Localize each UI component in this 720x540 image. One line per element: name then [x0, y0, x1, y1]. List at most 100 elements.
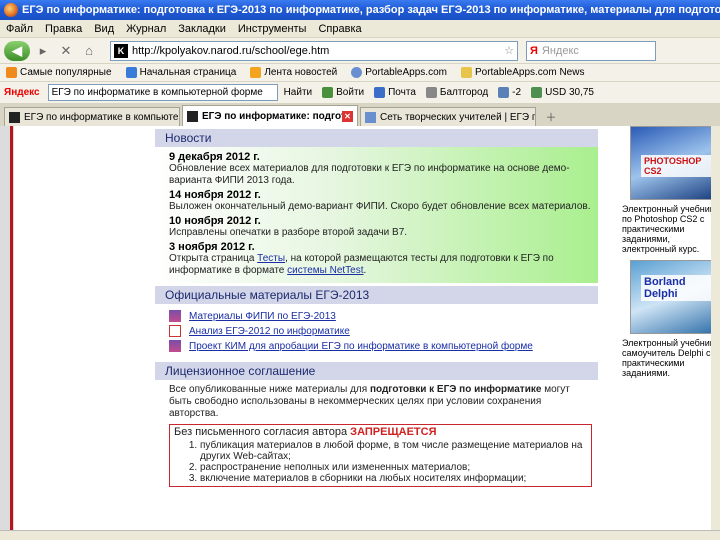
yandex-toolbar-logo[interactable]: Яндекс — [4, 87, 40, 98]
bookmark-star-icon[interactable]: ☆ — [504, 44, 514, 57]
login-button[interactable]: Войти — [322, 87, 364, 98]
official-materials-header: Официальные материалы ЕГЭ-2013 — [155, 286, 598, 304]
doc-link-kim[interactable]: Проект КИМ для апробации ЕГЭ по информат… — [189, 341, 533, 352]
folder-icon — [460, 67, 472, 78]
restriction-heading: Без письменного согласия автора ЗАПРЕЩАЕ… — [174, 427, 587, 438]
news-date: 9 декабря 2012 г. — [169, 151, 260, 163]
yandex-search-value: ЕГЭ по информатике в компьютерной форме — [51, 87, 263, 98]
yandex-toolbar: Яндекс ЕГЭ по информатике в компьютерной… — [0, 82, 720, 104]
tab-1[interactable]: ЕГЭ по информатике в компьютерной ф... — [4, 107, 180, 126]
currency-icon — [531, 87, 543, 98]
news-block: 9 декабря 2012 г. Обновление всех матери… — [155, 147, 598, 283]
menu-bar: Файл Правка Вид Журнал Закладки Инструме… — [0, 20, 720, 38]
bookmark-item[interactable]: Начальная страница — [125, 67, 237, 78]
license-header: Лицензионное соглашение — [155, 362, 598, 380]
restriction-bold: ЗАПРЕЩАЕТСЯ — [350, 426, 437, 438]
bookmark-label: Лента новостей — [264, 67, 338, 78]
yandex-search-input[interactable]: ЕГЭ по информатике в компьютерной форме — [47, 84, 278, 101]
vertical-scrollbar[interactable] — [711, 126, 720, 530]
archive-icon — [169, 310, 181, 322]
bookmark-label: PortableApps.com — [365, 67, 447, 78]
license-bold: подготовки к ЕГЭ по информатике — [369, 384, 542, 395]
back-button[interactable]: ◀ — [4, 40, 30, 61]
news-text: Исправлены опечатки в разборе второй зад… — [169, 227, 408, 238]
address-bar[interactable]: K http://kpolyakov.narod.ru/school/ege.h… — [110, 40, 518, 61]
title-bar: ЕГЭ по информатике: подготовка к ЕГЭ-201… — [0, 0, 720, 20]
tab-favicon-icon — [187, 110, 198, 122]
city-label: Балтгород — [439, 87, 489, 98]
tab-label: ЕГЭ по информатике: подготовка к ... — [202, 110, 342, 122]
firefox-icon — [4, 3, 18, 17]
menu-edit[interactable]: Правка — [45, 23, 82, 35]
city-button[interactable]: Балтгород — [425, 87, 489, 98]
news-text-part: Открыта страница — [169, 253, 258, 264]
book-title: Borland Delphi — [641, 275, 719, 301]
news-date: 14 ноября 2012 г. — [169, 189, 261, 201]
bookmark-label: Начальная страница — [139, 67, 237, 78]
tab-strip: ЕГЭ по информатике в компьютерной ф... Е… — [0, 104, 720, 126]
site-favicon-icon: K — [114, 43, 128, 58]
photoshop-book-desc: Электронный учебник по Photoshop CS2 с п… — [622, 204, 714, 254]
left-red-border — [10, 126, 13, 530]
rss-icon — [250, 67, 262, 78]
weather-icon — [498, 87, 510, 98]
weather-label: -2 — [512, 87, 522, 98]
bookmark-item[interactable]: PortableApps.com — [351, 67, 447, 78]
new-tab-icon[interactable]: ＋ — [542, 108, 560, 126]
menu-bookmarks[interactable]: Закладки — [178, 23, 226, 35]
city-icon — [425, 87, 437, 98]
tab-2-active[interactable]: ЕГЭ по информатике: подготовка к ... ✕ — [182, 105, 358, 126]
news-date: 10 ноября 2012 г. — [169, 215, 261, 227]
main-column: Новости 9 декабря 2012 г. Обновление все… — [155, 126, 598, 491]
bookmark-item[interactable]: Самые популярные — [6, 67, 112, 78]
archive-icon — [169, 340, 181, 352]
mail-label: Почта — [388, 87, 416, 98]
bookmarks-bar: Самые популярные Начальная страница Лент… — [0, 64, 720, 82]
restriction-list: публикация материалов в любой форме, в т… — [174, 440, 587, 484]
license-block: Все опубликованные ниже материалы для по… — [155, 380, 598, 491]
bookmark-icon — [6, 67, 17, 78]
tab-favicon-icon — [365, 111, 376, 123]
weather-button[interactable]: -2 — [498, 87, 521, 98]
left-margin — [0, 126, 14, 530]
bookmark-label: PortableApps.com News — [474, 67, 585, 78]
nettest-link[interactable]: системы NetTest — [287, 265, 363, 276]
delphi-book-image[interactable]: Borland Delphi — [630, 260, 720, 334]
bookmark-icon — [125, 67, 137, 78]
doc-link-analysis[interactable]: Анализ ЕГЭ-2012 по информатике — [189, 326, 350, 337]
forward-button[interactable]: ▸ — [33, 41, 53, 61]
close-tab-icon[interactable]: ✕ — [342, 110, 353, 122]
bookmark-item[interactable]: PortableApps.com News — [460, 67, 585, 78]
restriction-box: Без письменного согласия автора ЗАПРЕЩАЕ… — [169, 424, 592, 487]
license-part: Все опубликованные ниже материалы для — [169, 384, 370, 395]
news-item: 10 ноября 2012 г. Исправлены опечатки в … — [169, 215, 598, 239]
search-input[interactable]: Я Яндекс — [526, 40, 656, 61]
menu-help[interactable]: Справка — [318, 23, 361, 35]
official-docs-list: Материалы ФИПИ по ЕГЭ-2013 Анализ ЕГЭ-20… — [155, 304, 598, 359]
menu-history[interactable]: Журнал — [126, 23, 166, 35]
news-item: 3 ноября 2012 г. Открыта страница Тесты,… — [169, 241, 598, 277]
stop-button[interactable]: ✕ — [56, 41, 76, 61]
photoshop-book-image[interactable]: PHOTOSHOP CS2 — [630, 126, 720, 200]
tab-3[interactable]: Сеть творческих учителей | ЕГЭ по ... — [360, 107, 536, 126]
login-icon — [322, 87, 334, 98]
news-text: Обновление всех материалов для подготовк… — [169, 163, 570, 186]
page-content: Новости 9 декабря 2012 г. Обновление все… — [0, 126, 720, 530]
globe-icon — [351, 67, 363, 78]
news-item: 9 декабря 2012 г. Обновление всех матери… — [169, 151, 598, 187]
menu-tools[interactable]: Инструменты — [238, 23, 307, 35]
news-header: Новости — [155, 129, 598, 147]
mail-icon — [374, 87, 386, 98]
menu-view[interactable]: Вид — [94, 23, 114, 35]
doc-link-fipi[interactable]: Материалы ФИПИ по ЕГЭ-2013 — [189, 311, 336, 322]
currency-button[interactable]: USD 30,75 — [531, 87, 594, 98]
address-text: http://kpolyakov.narod.ru/school/ege.htm — [132, 44, 330, 57]
yandex-find-button[interactable]: Найти — [284, 87, 313, 98]
tests-link[interactable]: Тесты — [257, 253, 285, 264]
tab-label: Сеть творческих учителей | ЕГЭ по ... — [380, 111, 535, 123]
delphi-book-desc: Электронный учебник самоучитель Delphi с… — [622, 338, 714, 378]
home-button[interactable]: ⌂ — [79, 41, 99, 61]
bookmark-item[interactable]: Лента новостей — [250, 67, 337, 78]
menu-file[interactable]: Файл — [6, 23, 33, 35]
mail-button[interactable]: Почта — [374, 87, 416, 98]
